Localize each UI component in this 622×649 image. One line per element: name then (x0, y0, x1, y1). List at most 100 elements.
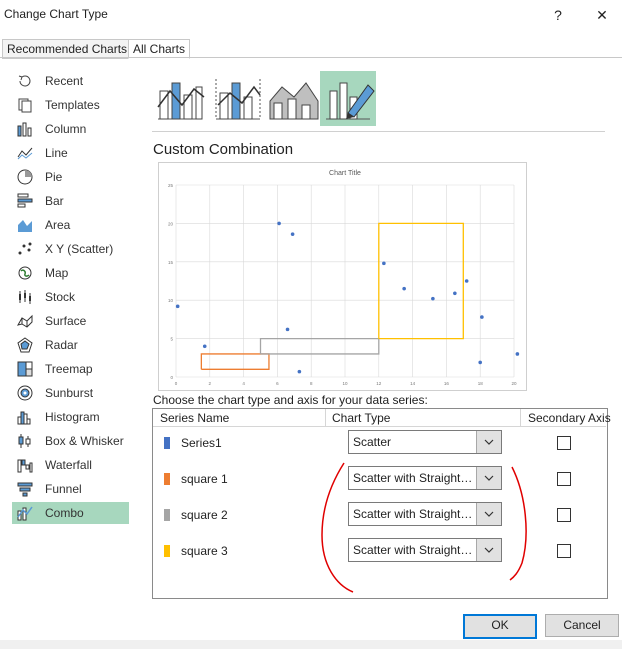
x-tick-label: 0 (175, 381, 178, 386)
data-point (285, 327, 290, 332)
tab-divider (0, 57, 622, 58)
ok-button[interactable]: OK (463, 614, 537, 639)
sidebar-item-stock-chart[interactable]: Stock (12, 286, 129, 308)
data-point (402, 286, 406, 291)
funnel-chart-icon (17, 482, 33, 497)
sidebar-item-sunburst-chart[interactable]: Sunburst (12, 382, 129, 404)
column-line-secondary-axis-icon (215, 79, 261, 120)
combo-chart-icon (17, 506, 33, 521)
stacked-area-column-icon (269, 82, 319, 120)
series-color-swatch (164, 545, 170, 557)
series-line-square-3 (378, 222, 464, 340)
sidebar-item-combo-chart[interactable]: Combo (12, 502, 129, 524)
sidebar-item-label: Recent (45, 74, 84, 88)
sidebar-item-label: Box & Whisker (45, 434, 124, 448)
waterfall-chart-icon (17, 459, 33, 473)
secondary-axis-checkbox[interactable] (557, 472, 571, 486)
chart-type-value: Scatter (353, 435, 392, 449)
data-point (277, 221, 281, 226)
dropdown-button[interactable] (476, 431, 501, 453)
chart-preview-svg: Chart Title 0 5 10 15 20 25 0 2 4 6 8 10 12 14 16 18 20 (168, 170, 569, 386)
secondary-axis-checkbox[interactable] (557, 508, 571, 522)
tab-recommended-charts[interactable]: Recommended Charts (2, 39, 133, 59)
series-name: square 3 (181, 544, 228, 558)
subtype-custom-combination[interactable] (320, 71, 376, 126)
cancel-button[interactable]: Cancel (545, 614, 619, 637)
series-name: Series1 (181, 436, 222, 450)
sidebar-item-pie-chart[interactable]: Pie (12, 166, 129, 188)
y-tick-label: 15 (168, 260, 174, 265)
sidebar-item-bar-chart[interactable]: Bar (12, 190, 129, 212)
sidebar-item-label: Waterfall (45, 458, 92, 472)
sidebar-item-waterfall-chart[interactable]: Waterfall (12, 454, 129, 476)
secondary-axis-checkbox[interactable] (557, 544, 571, 558)
sidebar-item-map-chart[interactable]: Map (12, 262, 129, 284)
sidebar-item-treemap-chart[interactable]: Treemap (12, 358, 129, 380)
sidebar-item-funnel-chart[interactable]: Funnel (12, 478, 129, 500)
x-tick-label: 6 (276, 381, 279, 386)
sidebar-item-templates[interactable]: Templates (12, 94, 129, 116)
series-line-square-1 (200, 353, 270, 370)
sidebar-item-scatter-chart[interactable]: X Y (Scatter) (12, 238, 129, 260)
sidebar-item-surface-chart[interactable]: Surface (12, 310, 129, 332)
x-tick-label: 8 (310, 381, 313, 386)
secondary-axis-checkbox[interactable] (557, 436, 571, 450)
sidebar-item-label: Pie (45, 170, 63, 184)
help-button[interactable]: ? (545, 4, 571, 26)
red-annotation (321, 462, 527, 593)
sidebar-item-histogram-chart[interactable]: Histogram (12, 406, 129, 428)
window-title: Change Chart Type (4, 7, 108, 21)
tab-all-charts[interactable]: All Charts (128, 39, 191, 59)
clustered-column-line-icon (157, 82, 205, 120)
sidebar-item-label: Radar (45, 338, 78, 352)
sidebar-item-label: Map (45, 266, 69, 280)
sidebar-item-radar-chart[interactable]: Radar (12, 334, 129, 356)
sidebar-item-label: Combo (45, 506, 84, 520)
sidebar-item-label: Column (45, 122, 87, 136)
area-chart-icon (18, 220, 32, 232)
subtype-clustered-column-line[interactable] (152, 71, 208, 126)
y-tick-label: 20 (168, 221, 174, 226)
data-point (297, 369, 302, 374)
header-line (153, 426, 606, 427)
chart-type-select[interactable]: Scatter (348, 430, 502, 454)
box-whisker-chart-icon (18, 434, 31, 448)
header-series-name: Series Name (160, 411, 230, 425)
chart-title: Chart Title (329, 170, 361, 177)
y-tick-label: 10 (168, 298, 174, 303)
ok-label: OK (491, 618, 509, 632)
treemap-chart-icon (17, 361, 33, 377)
close-button[interactable]: ✕ (589, 4, 615, 26)
sidebar-item-label: Histogram (45, 410, 100, 424)
chevron-down-icon (484, 439, 494, 445)
subtype-stacked-area-column[interactable] (266, 71, 322, 126)
y-tick-label: 0 (170, 375, 173, 380)
header-separator (325, 409, 326, 426)
data-point (453, 291, 457, 296)
sidebar-item-box-whisker-chart[interactable]: Box & Whisker (12, 430, 129, 452)
subtype-column-line-secondary-axis[interactable] (210, 71, 266, 126)
map-chart-icon (18, 266, 32, 280)
bottom-strip (0, 640, 622, 649)
sidebar-item-label: Area (45, 218, 71, 232)
chart-preview: Chart Title 0 5 10 15 20 25 0 2 4 6 8 10 12 14 16 18 20 (158, 162, 569, 391)
data-point (464, 279, 469, 283)
header-chart-type: Chart Type (332, 411, 391, 425)
sidebar-item-area-chart[interactable]: Area (12, 214, 129, 236)
data-point (175, 304, 180, 309)
title-bar: Change Chart Type ? ✕ (0, 0, 622, 30)
custom-combination-icon (326, 82, 375, 120)
y-tick-label: 5 (170, 337, 173, 342)
templates-icon (18, 98, 32, 113)
sunburst-chart-icon (17, 385, 33, 401)
series-name: square 1 (181, 472, 228, 486)
x-tick-label: 18 (478, 381, 484, 386)
data-point (478, 360, 483, 365)
sidebar-item-recent[interactable]: Recent (12, 70, 129, 92)
sidebar-item-label: Sunburst (45, 386, 94, 400)
sidebar-item-line-chart[interactable]: Line (12, 142, 129, 164)
scatter-chart-icon (18, 242, 32, 255)
sidebar-item-column-chart[interactable]: Column (12, 118, 129, 140)
pie-chart-icon (17, 169, 33, 185)
series-name: square 2 (181, 508, 228, 522)
